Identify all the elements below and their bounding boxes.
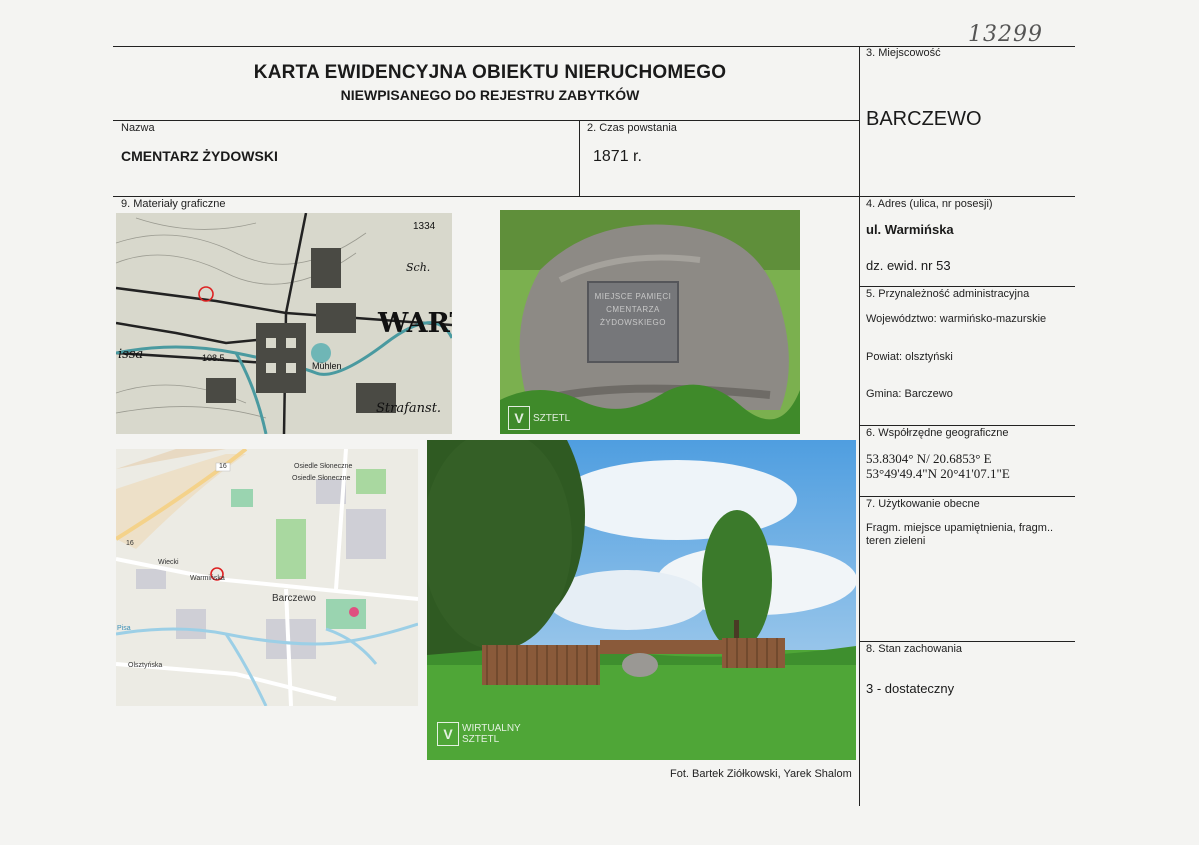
watermark-line1: WIRTUALNY bbox=[462, 723, 521, 734]
card-title: KARTA EWIDENCYJNA OBIEKTU NIERUCHOMEGO bbox=[253, 62, 727, 83]
przynaleznosc-bottom-rule bbox=[859, 425, 1075, 426]
adres-label: 4. Adres (ulica, nr posesji) bbox=[866, 198, 993, 210]
coords-decimal: 53.8304° N/ 20.6853° E bbox=[866, 451, 992, 466]
modern-map-district-label-2: Osiedle Słoneczne bbox=[292, 475, 351, 482]
modern-map-road-number: 16 bbox=[219, 463, 227, 470]
memorial-stone-photo: MIEJSCE PAMIĘCI CMENTARZA ŻYDOWSKIEGO V … bbox=[500, 210, 800, 434]
przynaleznosc-label: 5. Przynależność administracyjna bbox=[866, 288, 1030, 300]
wirtualny-sztetl-logo-icon: V bbox=[508, 406, 530, 430]
czas-value: 1871 r. bbox=[593, 148, 642, 165]
historic-map-spot-label: Strafanst. bbox=[376, 401, 442, 416]
gmina-value: Gmina: Barczewo bbox=[866, 388, 953, 400]
adres-plot: dz. ewid. nr 53 bbox=[866, 258, 951, 273]
nazwa-bottom-rule bbox=[113, 196, 1075, 197]
uzytkowanie-label: 7. Użytkowanie obecne bbox=[866, 498, 980, 510]
miejscowosc-value: BARCZEWO bbox=[866, 108, 982, 130]
nazwa-label: Nazwa bbox=[121, 122, 155, 134]
stone-plaque-text: MIEJSCE PAMIĘCI CMENTARZA ŻYDOWSKIEGO bbox=[594, 292, 672, 327]
historic-map-number-label: 1334 bbox=[413, 221, 436, 232]
cemetery-photo-watermark: V WIRTUALNY SZTETL bbox=[437, 722, 521, 746]
uzytkowanie-bottom-rule bbox=[859, 641, 1075, 642]
nazwa-value: CMENTARZ ŻYDOWSKI bbox=[121, 148, 278, 164]
handwritten-card-number: 13299 bbox=[968, 22, 1043, 47]
modern-map-image: Barczewo Warmińska 16 16 Osiedle Słonecz… bbox=[116, 449, 418, 706]
czas-label: 2. Czas powstania bbox=[587, 122, 677, 134]
historic-map-sch-label: Sch. bbox=[406, 261, 431, 274]
wirtualny-sztetl-logo-icon-2: V bbox=[437, 722, 459, 746]
wspolrzedne-label: 6. Współrzędne geograficzne bbox=[866, 427, 1009, 439]
modern-map-street3-label: Wiecki bbox=[158, 559, 179, 566]
miejscowosc-label: 3. Miejscowość bbox=[866, 47, 941, 59]
historic-map-left-label: issa bbox=[118, 347, 144, 362]
adres-bottom-rule bbox=[859, 286, 1075, 287]
modern-map-road-number-2: 16 bbox=[126, 540, 134, 547]
registry-card-page: { "card_number": "13299", "header": { "t… bbox=[0, 0, 1199, 845]
coords-dms: 53°49'49.4"N 20°41'07.1"E bbox=[866, 466, 1010, 481]
stone-photo-watermark: V SZTETL bbox=[508, 406, 570, 430]
historic-map-elev-label: 108.5 bbox=[202, 353, 225, 363]
stan-value: 3 - dostateczny bbox=[866, 681, 955, 696]
adres-street: ul. Warmińska bbox=[866, 222, 954, 237]
right-column-divider bbox=[859, 46, 860, 806]
historic-map-town-label: WART bbox=[378, 308, 452, 339]
modern-map-town-label: Barczewo bbox=[272, 593, 316, 604]
nazwa-czas-divider bbox=[579, 120, 580, 196]
materialy-label: 9. Materiały graficzne bbox=[121, 198, 226, 210]
watermark-line2: SZTETL bbox=[462, 734, 500, 745]
wojewodztwo-value: Województwo: warmińsko-mazurskie bbox=[866, 313, 1047, 325]
wspolrzedne-bottom-rule bbox=[859, 496, 1075, 497]
powiat-value: Powiat: olsztyński bbox=[866, 351, 953, 363]
modern-map-river-label: Pisa bbox=[117, 625, 131, 632]
uzytkowanie-line1: Fragm. miejsce upamiętnienia, fragm.. bbox=[866, 522, 1054, 534]
modern-map-district-label: Osiedle Słoneczne bbox=[294, 463, 353, 470]
stan-label: 8. Stan zachowania bbox=[866, 643, 963, 655]
stone-watermark-text: SZTETL bbox=[533, 412, 571, 424]
photo-credit: Fot. Bartek Ziółkowski, Yarek Shalom bbox=[670, 768, 852, 780]
historic-map-image: WART Mühlen Strafanst. 1334 108.5 issa S… bbox=[116, 213, 452, 434]
cemetery-photo: V WIRTUALNY SZTETL bbox=[427, 440, 856, 760]
modern-map-street2-label: Olsztyńska bbox=[128, 662, 163, 669]
card-subtitle: NIEWPISANEGO DO REJESTRU ZABYTKÓW bbox=[340, 87, 640, 103]
historic-map-river-label: Mühlen bbox=[312, 361, 342, 371]
uzytkowanie-line2: teren zieleni bbox=[866, 535, 926, 547]
modern-map-street-label: Warmińska bbox=[190, 575, 225, 582]
title-bottom-rule bbox=[113, 120, 859, 121]
